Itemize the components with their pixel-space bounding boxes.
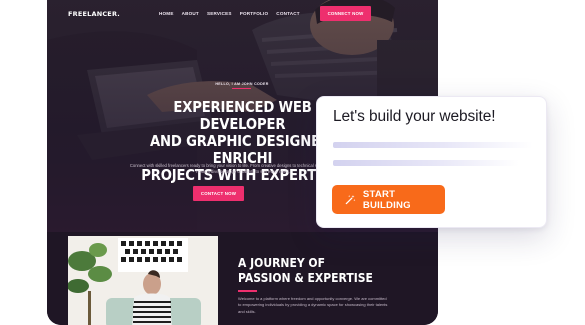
card-title: Let's build your website! xyxy=(333,108,496,125)
start-building-button[interactable]: START BUILDING xyxy=(332,185,445,214)
about-divider xyxy=(238,290,257,292)
nav-link-services[interactable]: SERVICES xyxy=(207,11,232,16)
contact-now-button[interactable]: CONTACT NOW xyxy=(193,186,244,201)
nav-link-portfolio[interactable]: PORTFOLIO xyxy=(240,11,269,16)
site-logo[interactable]: FREELANCER. xyxy=(68,10,120,18)
placeholder-line xyxy=(333,142,533,148)
greeting-divider xyxy=(232,88,251,89)
about-text: Welcome to a platform where freedom and … xyxy=(238,296,388,314)
site-navbar: FREELANCER. HOME ABOUT SERVICES PORTFOLI… xyxy=(47,0,438,27)
about-photo-art xyxy=(68,236,218,325)
hero-greeting: HELLO, I AM JOHN CODER xyxy=(215,82,269,86)
nav-links: HOME ABOUT SERVICES PORTFOLIO CONTACT xyxy=(159,11,300,16)
about-title: A JOURNEY OF PASSION & EXPERTISE xyxy=(238,256,373,285)
nav-link-contact[interactable]: CONTACT xyxy=(276,11,300,16)
about-photo xyxy=(68,236,218,325)
nav-link-about[interactable]: ABOUT xyxy=(182,11,199,16)
placeholder-line xyxy=(333,160,519,166)
nav-link-home[interactable]: HOME xyxy=(159,11,174,16)
start-building-label: START BUILDING xyxy=(362,188,411,211)
magic-wand-icon xyxy=(345,194,356,205)
about-section: A JOURNEY OF PASSION & EXPERTISE Welcome… xyxy=(47,232,438,325)
connect-now-button[interactable]: CONNECT NOW xyxy=(320,6,371,21)
build-website-card: Let's build your website! START BUILDING xyxy=(316,96,547,228)
